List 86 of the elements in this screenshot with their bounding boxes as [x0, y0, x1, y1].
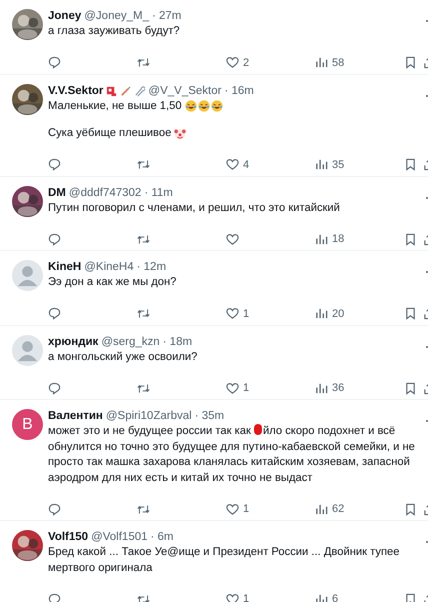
tweet-text: Путин поговорил с членами, и решил, что это китайский: [48, 200, 341, 216]
repost-icon[interactable]: [137, 56, 150, 69]
user-handle[interactable]: @KineH4: [84, 260, 134, 275]
tweet-text: Маленькие, не выше 1,50: [48, 98, 183, 114]
like-count: 2: [243, 56, 250, 68]
tweet-text: Бред какой ... Такое Уе@ище и Президент России ... Двойник тупее мертвого оригинала: [48, 545, 400, 576]
like-count: 1: [243, 593, 250, 602]
bookmark-icon[interactable]: [404, 158, 417, 171]
views-icon[interactable]: [315, 382, 328, 394]
like-icon[interactable]: [226, 56, 239, 69]
user-name[interactable]: V.V.Sektor: [48, 84, 104, 98]
laughing-emoji-icon: [210, 100, 223, 112]
reply-icon[interactable]: [48, 56, 61, 69]
post-time: · 16m: [224, 84, 254, 98]
tweet-text: Сука уёбище плешивое: [48, 126, 172, 141]
like-count: 1: [243, 382, 250, 394]
view-count: 20: [332, 308, 344, 320]
views-icon[interactable]: [315, 232, 328, 246]
reply-icon[interactable]: [48, 158, 61, 171]
clown-emoji-icon: [174, 128, 186, 140]
tweet-text: может это и не будущее россии так как йло скоро подохнет и всё обнулится но точно это будущее для путино-кабаевской семейки, и не просто так машка захарова кланялась китайским хозяевам, запасной аэродром для них есть и китай их точно не выдаст: [48, 424, 416, 486]
like-icon[interactable]: [226, 592, 239, 602]
like-icon[interactable]: [226, 232, 239, 246]
view-count: 35: [332, 158, 344, 170]
user-handle[interactable]: @Joney_M_: [84, 9, 149, 24]
view-count: 18: [332, 233, 344, 245]
repost-icon[interactable]: [137, 382, 150, 394]
post-time: · 12m: [136, 260, 166, 275]
repost-icon[interactable]: [137, 232, 150, 246]
default-avatar-icon: [12, 334, 43, 366]
repost-icon[interactable]: [137, 307, 150, 320]
view-count: 36: [332, 382, 344, 394]
reply-icon[interactable]: [48, 502, 61, 516]
view-count: 6: [332, 593, 338, 602]
like-icon[interactable]: [226, 502, 239, 516]
syringe-icon: [120, 86, 132, 96]
like-icon[interactable]: [226, 382, 239, 394]
post-time: · 6m: [150, 530, 174, 545]
bookmark-icon[interactable]: [404, 502, 417, 516]
views-icon[interactable]: [315, 56, 328, 69]
user-name[interactable]: Валентин: [48, 409, 103, 424]
tweet-text: Ээ дон а как же мы дон?: [48, 275, 178, 290]
bookmark-icon[interactable]: [404, 592, 417, 602]
views-icon[interactable]: [315, 592, 328, 602]
user-name[interactable]: хрюндик: [48, 334, 98, 350]
user-handle[interactable]: @Spiri10Zarbval: [106, 409, 192, 424]
like-icon[interactable]: [226, 307, 239, 320]
user-handle[interactable]: @serg_kzn: [101, 334, 160, 350]
user-handle[interactable]: @V_V_Sektor: [148, 84, 222, 98]
like-count: 1: [243, 503, 250, 515]
repost-icon[interactable]: [137, 158, 150, 171]
user-name[interactable]: Volf150: [48, 530, 88, 545]
repost-icon[interactable]: [137, 592, 150, 602]
letter-avatar: B: [12, 409, 43, 440]
view-count: 62: [332, 503, 344, 515]
post-time: · 35m: [194, 409, 224, 424]
like-count: 4: [243, 158, 250, 170]
post-time: · 18m: [162, 334, 192, 350]
reply-icon[interactable]: [48, 232, 61, 246]
bookmark-icon[interactable]: [404, 307, 417, 320]
bookmark-icon[interactable]: [404, 382, 417, 394]
default-avatar-icon: [12, 260, 43, 291]
reply-icon[interactable]: [48, 382, 61, 394]
user-name[interactable]: Joney: [48, 9, 82, 24]
post-time: · 11m: [144, 186, 173, 200]
tweet-text: а глаза зауживать будут?: [48, 24, 181, 39]
bookmark-icon[interactable]: [404, 232, 417, 246]
bookmark-icon[interactable]: [404, 56, 417, 69]
reply-icon[interactable]: [48, 592, 61, 602]
views-icon[interactable]: [315, 307, 328, 320]
reply-icon[interactable]: [48, 307, 61, 320]
safety-pin-icon: [134, 86, 146, 96]
like-icon[interactable]: [226, 158, 239, 171]
user-handle[interactable]: @dddf747302: [68, 186, 142, 200]
views-icon[interactable]: [315, 158, 328, 171]
user-handle[interactable]: @Volf1501: [91, 530, 148, 545]
laughing-emoji-icon: [198, 100, 210, 112]
views-icon[interactable]: [315, 502, 328, 516]
user-name[interactable]: DM: [48, 186, 66, 200]
user-name[interactable]: KineH: [48, 260, 82, 275]
repost-icon[interactable]: [137, 502, 150, 516]
tweet-text: а монгольский уже освоили?: [48, 350, 198, 364]
post-time: · 27m: [152, 9, 182, 24]
like-count: 1: [243, 308, 250, 320]
laughing-emoji-icon: [184, 100, 197, 112]
view-count: 58: [332, 56, 344, 68]
